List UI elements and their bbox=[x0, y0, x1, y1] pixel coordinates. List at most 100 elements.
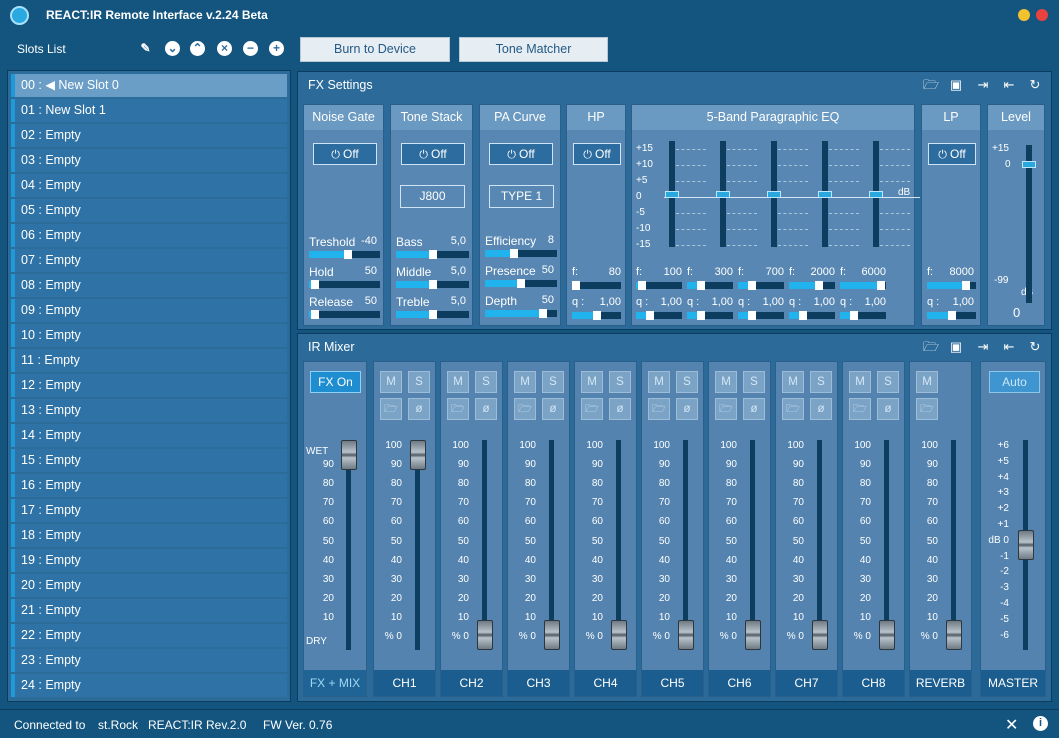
solo-button[interactable]: S bbox=[676, 371, 698, 393]
param-slider[interactable] bbox=[485, 279, 557, 288]
tools-icon[interactable]: ✕ bbox=[1005, 715, 1018, 735]
eq-gain-handle[interactable] bbox=[716, 191, 730, 198]
slot-item[interactable]: 04 : Empty bbox=[11, 174, 287, 197]
param-slider[interactable] bbox=[485, 309, 557, 318]
folder-icon[interactable]: 🗁 bbox=[648, 398, 670, 420]
level-slider-track[interactable] bbox=[1026, 145, 1032, 303]
fader-track[interactable] bbox=[951, 440, 956, 650]
slider-handle[interactable] bbox=[962, 281, 971, 290]
eq-gain-handle[interactable] bbox=[869, 191, 883, 198]
param-slider[interactable] bbox=[309, 250, 380, 259]
open-folder-icon[interactable]: 🗁 bbox=[922, 77, 940, 93]
slot-item[interactable]: 16 : Empty bbox=[11, 474, 287, 497]
slider-handle[interactable] bbox=[311, 280, 319, 289]
fader-handle[interactable] bbox=[341, 440, 357, 470]
fader-handle[interactable] bbox=[1018, 530, 1034, 560]
slot-item[interactable]: 21 : Empty bbox=[11, 599, 287, 622]
lp-q-slider[interactable] bbox=[927, 311, 976, 320]
solo-button[interactable]: S bbox=[408, 371, 430, 393]
move-down-icon[interactable]: ⌄ bbox=[165, 41, 180, 56]
slot-item[interactable]: 06 : Empty bbox=[11, 224, 287, 247]
slider-handle[interactable] bbox=[849, 311, 858, 320]
slider-handle[interactable] bbox=[877, 281, 886, 290]
clear-icon[interactable]: ø bbox=[475, 398, 497, 420]
export-icon[interactable]: ⇥ bbox=[974, 77, 992, 93]
info-icon[interactable]: i bbox=[1033, 716, 1048, 731]
param-slider[interactable] bbox=[309, 280, 380, 289]
slider-handle[interactable] bbox=[538, 309, 547, 318]
reset-icon[interactable]: ↻ bbox=[1026, 339, 1044, 355]
slot-item[interactable]: 17 : Empty bbox=[11, 499, 287, 522]
folder-icon[interactable]: 🗁 bbox=[514, 398, 536, 420]
eq-frequency-slider[interactable] bbox=[687, 281, 733, 290]
lp-power-button[interactable]: ⏻ Off bbox=[928, 143, 976, 165]
fader-handle[interactable] bbox=[745, 620, 761, 650]
slider-handle[interactable] bbox=[747, 311, 756, 320]
mute-button[interactable]: M bbox=[648, 371, 670, 393]
fader-track[interactable] bbox=[415, 440, 420, 650]
eq-frequency-slider[interactable] bbox=[738, 281, 784, 290]
tone-matcher-button[interactable]: Tone Matcher bbox=[459, 37, 608, 62]
hp-power-button[interactable]: ⏻ Off bbox=[573, 143, 621, 165]
slider-handle[interactable] bbox=[428, 250, 437, 259]
slot-item[interactable]: 23 : Empty bbox=[11, 649, 287, 672]
solo-button[interactable]: S bbox=[743, 371, 765, 393]
mute-button[interactable]: M bbox=[715, 371, 737, 393]
slider-handle[interactable] bbox=[798, 311, 807, 320]
fader-track[interactable] bbox=[683, 440, 688, 650]
mute-button[interactable]: M bbox=[849, 371, 871, 393]
eq-gain-handle[interactable] bbox=[818, 191, 832, 198]
slider-handle[interactable] bbox=[645, 311, 654, 320]
mute-button[interactable]: M bbox=[514, 371, 536, 393]
fader-handle[interactable] bbox=[812, 620, 828, 650]
slider-handle[interactable] bbox=[747, 281, 756, 290]
slider-handle[interactable] bbox=[638, 281, 646, 290]
fader-track[interactable] bbox=[616, 440, 621, 650]
hp-q-slider[interactable] bbox=[572, 311, 621, 320]
param-slider[interactable] bbox=[485, 249, 557, 258]
eq-q-slider[interactable] bbox=[636, 311, 682, 320]
slider-handle[interactable] bbox=[814, 281, 823, 290]
folder-icon[interactable]: 🗁 bbox=[581, 398, 603, 420]
slider-handle[interactable] bbox=[592, 311, 601, 320]
mute-button[interactable]: M bbox=[581, 371, 603, 393]
fader-track[interactable] bbox=[817, 440, 822, 650]
eq-q-slider[interactable] bbox=[687, 311, 733, 320]
fader-track[interactable] bbox=[750, 440, 755, 650]
folder-icon[interactable]: 🗁 bbox=[380, 398, 402, 420]
slot-item[interactable]: 02 : Empty bbox=[11, 124, 287, 147]
slot-item[interactable]: 20 : Empty bbox=[11, 574, 287, 597]
folder-icon[interactable]: 🗁 bbox=[447, 398, 469, 420]
solo-button[interactable]: S bbox=[810, 371, 832, 393]
save-icon[interactable]: ▣ bbox=[947, 339, 965, 355]
save-icon[interactable]: ▣ bbox=[947, 77, 965, 93]
slot-item[interactable]: 07 : Empty bbox=[11, 249, 287, 272]
mute-button[interactable]: M bbox=[782, 371, 804, 393]
level-slider-handle[interactable] bbox=[1022, 161, 1036, 168]
export-icon[interactable]: ⇥ bbox=[974, 339, 992, 355]
minimize-button[interactable] bbox=[1018, 9, 1030, 21]
folder-icon[interactable]: 🗁 bbox=[715, 398, 737, 420]
param-slider[interactable] bbox=[396, 310, 469, 319]
eq-q-slider[interactable] bbox=[789, 311, 835, 320]
slot-item[interactable]: 08 : Empty bbox=[11, 274, 287, 297]
add-icon[interactable]: + bbox=[269, 41, 284, 56]
edit-icon[interactable]: ✎ bbox=[138, 41, 153, 56]
slot-item[interactable]: 01 : New Slot 1 bbox=[11, 99, 287, 122]
slider-handle[interactable] bbox=[947, 311, 956, 320]
mute-button[interactable]: M bbox=[380, 371, 402, 393]
slot-item[interactable]: 05 : Empty bbox=[11, 199, 287, 222]
slider-handle[interactable] bbox=[428, 280, 437, 289]
slider-handle[interactable] bbox=[696, 311, 705, 320]
slot-item[interactable]: 18 : Empty bbox=[11, 524, 287, 547]
param-slider[interactable] bbox=[396, 250, 469, 259]
tone-stack-model-select[interactable]: J800 bbox=[400, 185, 465, 208]
slider-handle[interactable] bbox=[696, 281, 705, 290]
close-button[interactable] bbox=[1036, 9, 1048, 21]
fader-track[interactable] bbox=[482, 440, 487, 650]
slot-item[interactable]: 10 : Empty bbox=[11, 324, 287, 347]
reset-icon[interactable]: ↻ bbox=[1026, 77, 1044, 93]
mute-button[interactable]: M bbox=[916, 371, 938, 393]
move-up-icon[interactable]: ⌃ bbox=[190, 41, 205, 56]
fader-handle[interactable] bbox=[946, 620, 962, 650]
